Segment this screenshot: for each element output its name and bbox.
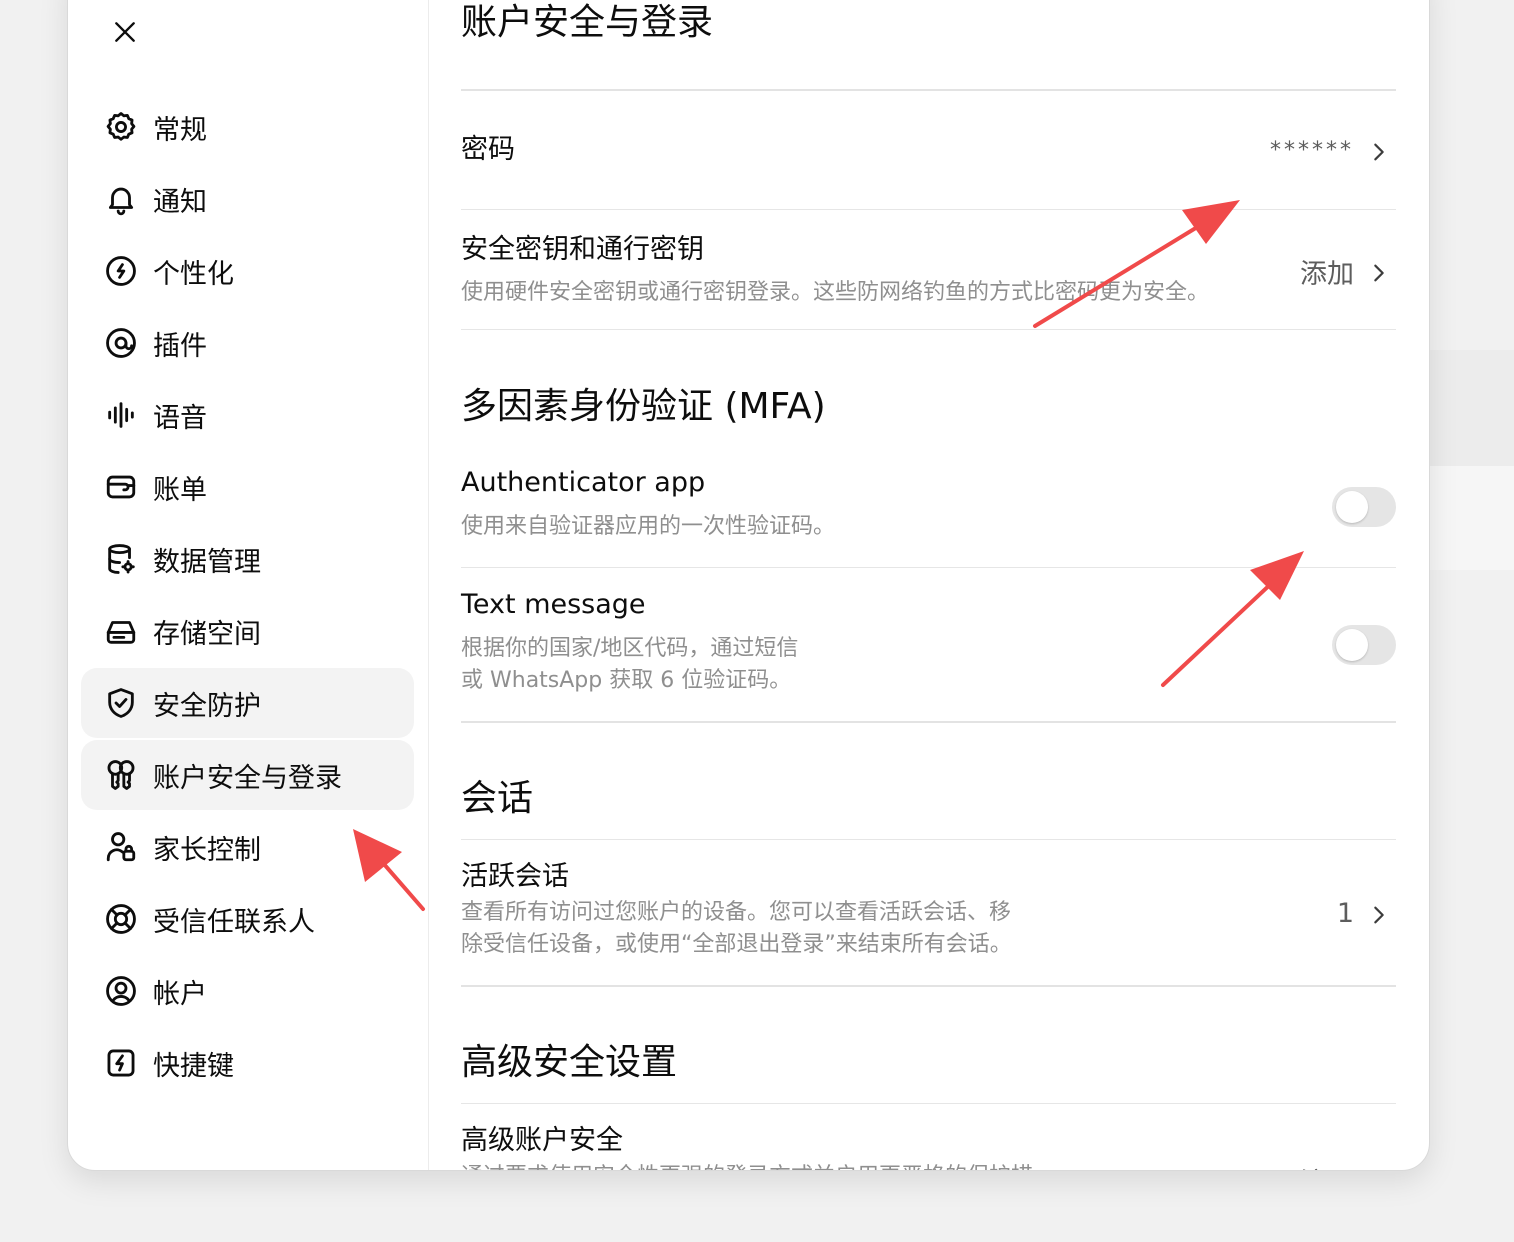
divider <box>461 1103 1396 1104</box>
sidebar-item-account-security[interactable]: 账户安全与登录 <box>81 740 414 810</box>
active-sessions-open-button[interactable]: 1 <box>1337 896 1390 930</box>
text-message-description-line2: 或 WhatsApp 获取 6 位验证码。 <box>461 668 792 693</box>
shield-check-icon <box>104 686 138 720</box>
advanced-account-security-label: 高级账户安全 <box>461 1125 623 1156</box>
sidebar-item-label: 插件 <box>153 330 207 362</box>
advanced-account-security-description: 通过要求使用安全性更强的登录方式并启用更严格的保护措 <box>461 1161 1033 1170</box>
database-gear-icon <box>104 542 138 576</box>
close-icon <box>115 22 135 42</box>
text-message-description-line1: 根据你的国家/地区代码，通过短信 <box>461 636 799 661</box>
person-lock-icon <box>104 830 138 864</box>
enroll-label: 注册 <box>1300 1161 1354 1171</box>
password-edit-button[interactable]: ****** <box>1270 133 1390 167</box>
lightning-icon <box>104 1046 138 1080</box>
active-sessions-description-line1: 查看所有访问过您账户的设备。您可以查看活跃会话、移 <box>461 900 1012 925</box>
sidebar-item-plugins[interactable]: 插件 <box>81 308 414 378</box>
active-sessions-label: 活跃会话 <box>461 861 569 892</box>
sidebar-item-label: 家长控制 <box>153 834 261 866</box>
divider <box>461 567 1396 568</box>
sidebar-item-label: 账户安全与登录 <box>153 762 342 794</box>
sidebar-item-label: 个性化 <box>153 258 234 290</box>
sidebar-item-label: 语音 <box>153 402 207 434</box>
page-title: 账户安全与登录 <box>461 2 714 43</box>
chevron-right-icon <box>1368 139 1390 161</box>
advanced-section-title: 高级安全设置 <box>461 1042 678 1083</box>
sidebar-item-voice[interactable]: 语音 <box>81 380 414 450</box>
sidebar-item-parental-controls[interactable]: 家长控制 <box>81 812 414 882</box>
sidebar-item-general[interactable]: 常规 <box>81 92 414 162</box>
mfa-section-title: 多因素身份验证 (MFA) <box>461 386 826 427</box>
divider <box>461 329 1396 330</box>
personalization-icon <box>104 254 138 288</box>
divider <box>461 721 1396 723</box>
settings-content: 账户安全与登录 密码 ****** 安全密钥和通行密钥 使用硬件安全密钥或通行密… <box>461 0 1396 1170</box>
sidebar-item-notifications[interactable]: 通知 <box>81 164 414 234</box>
security-keys-description: 使用硬件安全密钥或通行密钥登录。这些防网络钓鱼的方式比密码更为安全。 <box>461 280 1210 305</box>
sessions-section-title: 会话 <box>461 778 534 819</box>
sidebar-item-label: 常规 <box>153 114 207 146</box>
chevron-right-icon <box>1368 902 1390 924</box>
enroll-button[interactable]: 注册 <box>1300 1163 1390 1171</box>
sidebar-item-label: 通知 <box>153 186 207 218</box>
authenticator-app-description: 使用来自验证器应用的一次性验证码。 <box>461 514 836 539</box>
sidebar-item-label: 账单 <box>153 474 207 506</box>
lifebuoy-icon <box>104 902 138 936</box>
settings-modal: 常规 通知 个性化 插件 语音 账单 数据管理 存储空间 安全防护 账户安全与登… <box>67 0 1430 1171</box>
background-panel <box>1428 466 1514 570</box>
background-panel <box>1428 350 1514 466</box>
sidebar-item-security[interactable]: 安全防护 <box>81 668 414 738</box>
text-message-label: Text message <box>461 589 646 620</box>
sidebar-item-label: 受信任联系人 <box>153 906 315 938</box>
settings-sidebar: 常规 通知 个性化 插件 语音 账单 数据管理 存储空间 安全防护 账户安全与登… <box>68 0 429 1170</box>
keys-icon <box>104 758 138 792</box>
sidebar-item-label: 帐户 <box>153 978 207 1010</box>
gear-icon <box>104 110 138 144</box>
text-message-toggle[interactable] <box>1332 625 1396 665</box>
sidebar-item-label: 安全防护 <box>153 690 261 722</box>
sidebar-item-account[interactable]: 帐户 <box>81 956 414 1026</box>
add-label: 添加 <box>1300 258 1354 290</box>
sidebar-item-label: 存储空间 <box>153 618 261 650</box>
sidebar-item-personalization[interactable]: 个性化 <box>81 236 414 306</box>
waveform-icon <box>104 398 138 432</box>
active-sessions-description-line2: 除受信任设备，或使用“全部退出登录”来结束所有会话。 <box>461 932 1012 957</box>
sidebar-item-storage[interactable]: 存储空间 <box>81 596 414 666</box>
sidebar-item-data-controls[interactable]: 数据管理 <box>81 524 414 594</box>
storage-drive-icon <box>104 614 138 648</box>
close-button[interactable] <box>106 13 144 51</box>
authenticator-app-label: Authenticator app <box>461 467 706 498</box>
user-circle-icon <box>104 974 138 1008</box>
divider <box>461 839 1396 840</box>
divider <box>461 89 1396 91</box>
security-keys-label: 安全密钥和通行密钥 <box>461 234 704 265</box>
sidebar-item-billing[interactable]: 账单 <box>81 452 414 522</box>
sidebar-item-label: 快捷键 <box>153 1050 234 1082</box>
plugin-icon <box>104 326 138 360</box>
divider <box>461 209 1396 210</box>
wallet-icon <box>104 470 138 504</box>
active-sessions-count: 1 <box>1336 897 1354 929</box>
sidebar-item-trusted-contacts[interactable]: 受信任联系人 <box>81 884 414 954</box>
chevron-right-icon <box>1368 1169 1390 1170</box>
chevron-right-icon <box>1368 260 1390 282</box>
password-value: ****** <box>1270 137 1354 163</box>
password-label: 密码 <box>461 134 515 165</box>
toggle-knob <box>1336 491 1368 523</box>
divider <box>461 985 1396 987</box>
sidebar-item-label: 数据管理 <box>153 546 261 578</box>
sidebar-item-shortcuts[interactable]: 快捷键 <box>81 1028 414 1098</box>
bell-icon <box>104 182 138 216</box>
add-security-key-button[interactable]: 添加 <box>1300 254 1390 290</box>
toggle-knob <box>1336 629 1368 661</box>
authenticator-app-toggle[interactable] <box>1332 487 1396 527</box>
